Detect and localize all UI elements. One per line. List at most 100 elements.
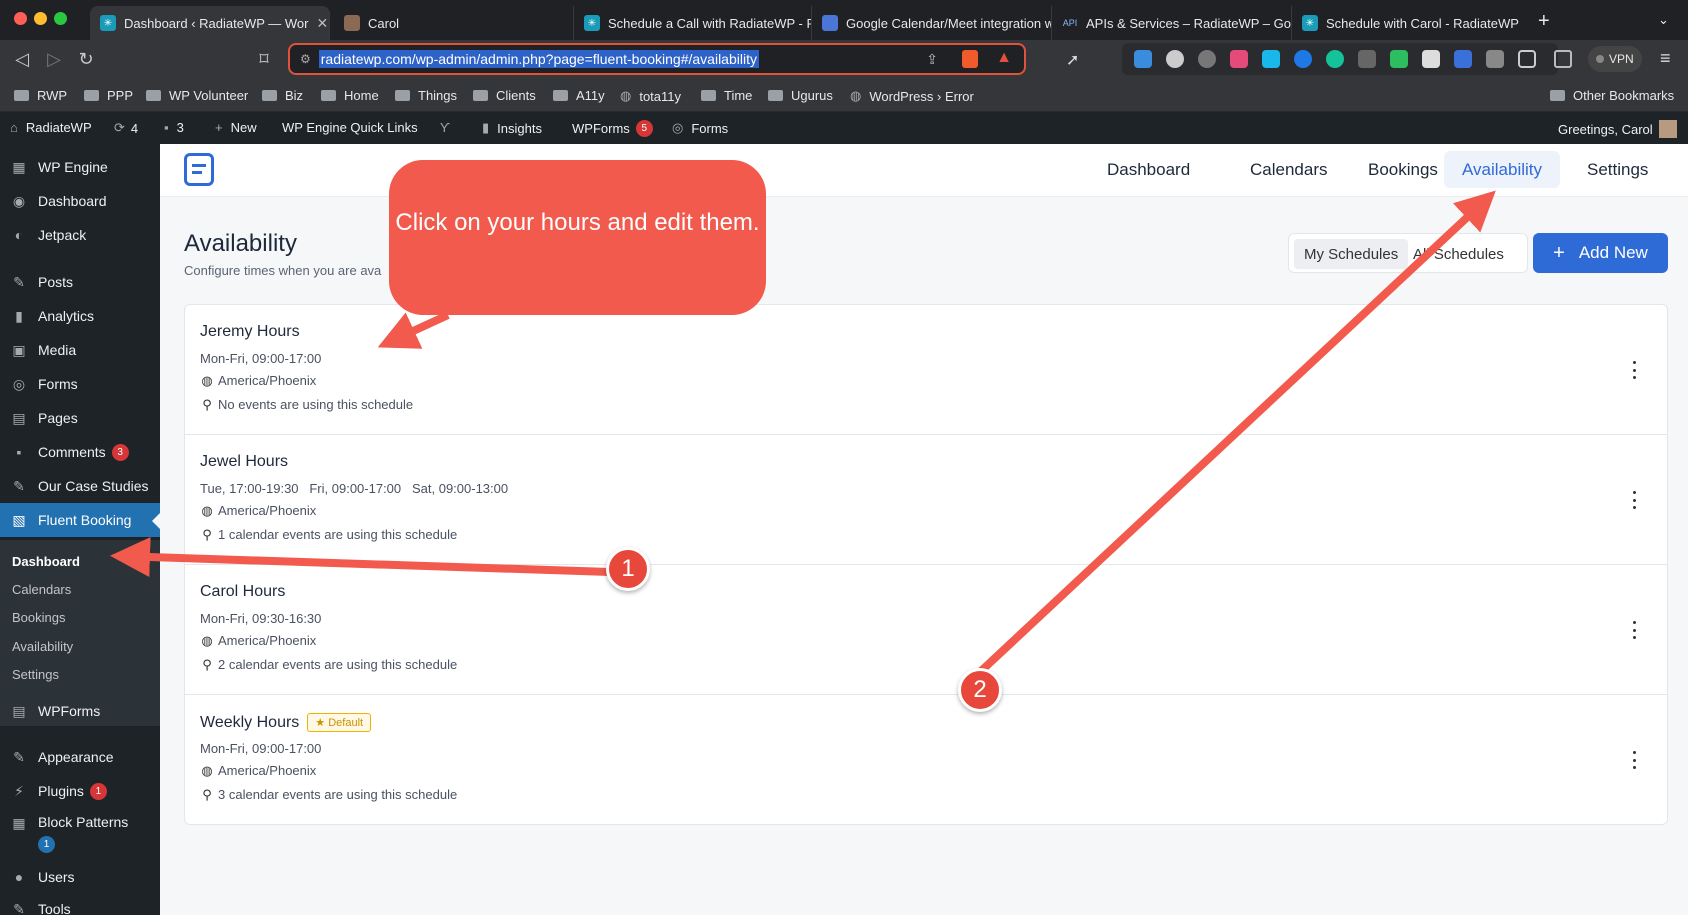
all-schedules-tab[interactable]: All Schedules xyxy=(1403,239,1514,269)
site-settings-icon[interactable]: ⚙ xyxy=(300,52,311,66)
extension-vimeo-icon[interactable] xyxy=(1262,50,1280,68)
schedule-name[interactable]: Jewel Hours xyxy=(200,453,288,471)
vpn-button[interactable]: VPN xyxy=(1588,46,1642,72)
tab-carol[interactable]: Carol xyxy=(334,6,574,40)
tab-schedule-call[interactable]: ✳ Schedule a Call with RadiateWP - Ra xyxy=(574,6,812,40)
row-menu-icon[interactable] xyxy=(1629,621,1639,639)
wallet-icon[interactable] xyxy=(1554,50,1572,68)
extension-diamond-icon[interactable] xyxy=(1134,50,1152,68)
bookmark-ugurus[interactable]: Ugurus xyxy=(768,88,833,103)
tab-dashboard[interactable]: ✳ Dashboard ‹ RadiateWP — Wor ✕ xyxy=(90,6,330,40)
tab-apis-services[interactable]: API APIs & Services – RadiateWP – Goo xyxy=(1052,6,1292,40)
bookmark-things[interactable]: Things xyxy=(395,88,457,103)
sidebar-item-users[interactable]: ● Users xyxy=(0,860,160,894)
sidebar-item-pages[interactable]: ▤ Pages xyxy=(0,401,160,435)
tab-google-calendar[interactable]: Google Calendar/Meet integration w xyxy=(812,6,1052,40)
sidebar-item-wp-engine[interactable]: ▦ WP Engine xyxy=(0,150,160,184)
sidebar-item-case-studies[interactable]: ✎ Our Case Studies xyxy=(0,469,160,503)
extension-edit-icon[interactable] xyxy=(1422,50,1440,68)
url-text[interactable]: radiatewp.com/wp-admin/admin.php?page=fl… xyxy=(318,50,759,68)
admin-bar-updates[interactable]: ⟳ 4 xyxy=(114,120,138,136)
bookmark-tota11y[interactable]: ◍ tota11y xyxy=(620,88,681,104)
sidebar-item-media[interactable]: ▣ Media xyxy=(0,333,160,367)
tab-list-chevron-icon[interactable]: ⌄ xyxy=(1658,12,1669,28)
schedule-row[interactable]: Weekly Hours ★ Default Mon-Fri, 09:00-17:… xyxy=(185,695,1667,825)
admin-bar-comments[interactable]: ▪ 3 xyxy=(164,120,184,135)
admin-bar-account[interactable]: Greetings, Carol xyxy=(1558,120,1677,138)
sidebar-item-appearance[interactable]: ✎ Appearance xyxy=(0,740,160,774)
bookmark-ppp[interactable]: PPP xyxy=(84,88,133,103)
sidebar-item-analytics[interactable]: ▮ Analytics xyxy=(0,299,160,333)
nav-availability[interactable]: Availability xyxy=(1444,151,1561,188)
extension-ruler-icon[interactable] xyxy=(1358,50,1376,68)
sidebar-item-tools[interactable]: ✎ Tools xyxy=(0,892,160,915)
extensions-puzzle-icon[interactable] xyxy=(1486,50,1504,68)
bookmark-a11y[interactable]: A11y xyxy=(553,88,605,103)
reload-icon[interactable]: ↻ xyxy=(74,49,98,70)
nav-dashboard[interactable]: Dashboard xyxy=(1089,151,1208,188)
bookmark-other[interactable]: Other Bookmarks xyxy=(1550,88,1674,103)
minimize-window-button[interactable] xyxy=(34,12,47,25)
extension-colorpicker-icon[interactable] xyxy=(1230,50,1248,68)
submenu-dashboard[interactable]: Dashboard xyxy=(12,554,80,569)
admin-bar-wpengine[interactable]: WP Engine Quick Links xyxy=(282,120,418,135)
submenu-availability[interactable]: Availability xyxy=(12,639,73,654)
nav-calendars[interactable]: Calendars xyxy=(1232,151,1346,188)
admin-bar-wpforms[interactable]: WPForms 5 xyxy=(572,120,653,137)
brave-rewards-icon[interactable]: ▲ xyxy=(996,49,1012,67)
sidebar-item-forms[interactable]: ◎ Forms xyxy=(0,367,160,401)
bookmark-biz[interactable]: Biz xyxy=(262,88,303,103)
sidebar-item-comments[interactable]: ▪ Comments 3 xyxy=(0,435,160,469)
submenu-calendars[interactable]: Calendars xyxy=(12,582,71,597)
bookmark-rwp[interactable]: RWP xyxy=(14,88,67,103)
sidebar-item-wpforms[interactable]: ▤ WPForms xyxy=(0,694,160,728)
bookmark-time[interactable]: Time xyxy=(701,88,752,103)
back-icon[interactable]: ◁ xyxy=(10,49,34,70)
schedule-row[interactable]: Jeremy Hours Mon-Fri, 09:00-17:00 ◍ Ameri… xyxy=(185,305,1667,435)
schedule-row[interactable]: Jewel Hours Tue, 17:00-19:30 Fri, 09:00-… xyxy=(185,435,1667,565)
address-bar[interactable]: ⚙ radiatewp.com/wp-admin/admin.php?page=… xyxy=(288,43,1026,75)
sidebar-item-block-patterns[interactable]: ▦ Block Patterns xyxy=(0,808,160,852)
tab-schedule-carol[interactable]: ✳ Schedule with Carol - RadiateWP xyxy=(1292,6,1532,40)
extension-grammarly-icon[interactable] xyxy=(1326,50,1344,68)
sidebar-toggle-icon[interactable] xyxy=(1518,50,1536,68)
add-new-button[interactable]: + Add New xyxy=(1533,233,1668,273)
extension-wordpress-icon[interactable] xyxy=(1166,50,1184,68)
submenu-settings[interactable]: Settings xyxy=(12,667,59,682)
extension-evernote-icon[interactable] xyxy=(1390,50,1408,68)
extension-triangle-icon[interactable] xyxy=(1454,50,1472,68)
menu-icon[interactable]: ≡ xyxy=(1660,48,1671,69)
sidebar-item-plugins[interactable]: ⚡ Plugins 1 xyxy=(0,774,160,808)
tab-close-icon[interactable]: ✕ xyxy=(308,15,328,32)
extension-refresh-icon[interactable] xyxy=(1198,50,1216,68)
forward-icon[interactable]: ▷ xyxy=(42,49,66,70)
nav-bookings[interactable]: Bookings xyxy=(1350,151,1456,188)
schedule-name[interactable]: Carol Hours xyxy=(200,583,285,601)
my-schedules-tab[interactable]: My Schedules xyxy=(1294,239,1409,269)
fluent-booking-logo-icon[interactable] xyxy=(184,153,214,186)
row-menu-icon[interactable] xyxy=(1629,751,1639,769)
admin-bar-forms[interactable]: ◎ Forms xyxy=(672,120,728,136)
brave-shield-icon[interactable] xyxy=(962,50,978,68)
admin-bar-site[interactable]: ⌂ RadiateWP xyxy=(10,120,92,135)
bookmark-clients[interactable]: Clients xyxy=(473,88,536,103)
bookmark-wordpress-error[interactable]: ◍ WordPress › Error xyxy=(850,88,974,104)
sidebar-item-jetpack[interactable]: ◐ Jetpack xyxy=(0,218,160,252)
sidebar-item-posts[interactable]: ✎ Posts xyxy=(0,265,160,299)
nav-settings[interactable]: Settings xyxy=(1569,151,1666,188)
close-window-button[interactable] xyxy=(14,12,27,25)
bookmark-icon[interactable]: ⌑ xyxy=(252,49,276,70)
row-menu-icon[interactable] xyxy=(1629,361,1639,379)
admin-bar-new[interactable]: + New xyxy=(215,120,257,135)
extension-blue-icon[interactable] xyxy=(1294,50,1312,68)
schedule-row[interactable]: Carol Hours Mon-Fri, 09:30-16:30 ◍ Americ… xyxy=(185,565,1667,695)
row-menu-icon[interactable] xyxy=(1629,491,1639,509)
new-tab-button[interactable]: + xyxy=(1538,10,1550,33)
share-icon[interactable]: ⇪ xyxy=(926,51,938,68)
sidebar-item-fluent-booking[interactable]: ▧ Fluent Booking xyxy=(0,503,160,537)
schedule-name[interactable]: Jeremy Hours xyxy=(200,323,300,341)
admin-bar-insights[interactable]: ▮ Insights xyxy=(482,120,542,136)
bookmark-home[interactable]: Home xyxy=(321,88,379,103)
yoast-icon[interactable]: Ƴ xyxy=(440,120,450,135)
sidebar-item-dashboard[interactable]: ◉ Dashboard xyxy=(0,184,160,218)
